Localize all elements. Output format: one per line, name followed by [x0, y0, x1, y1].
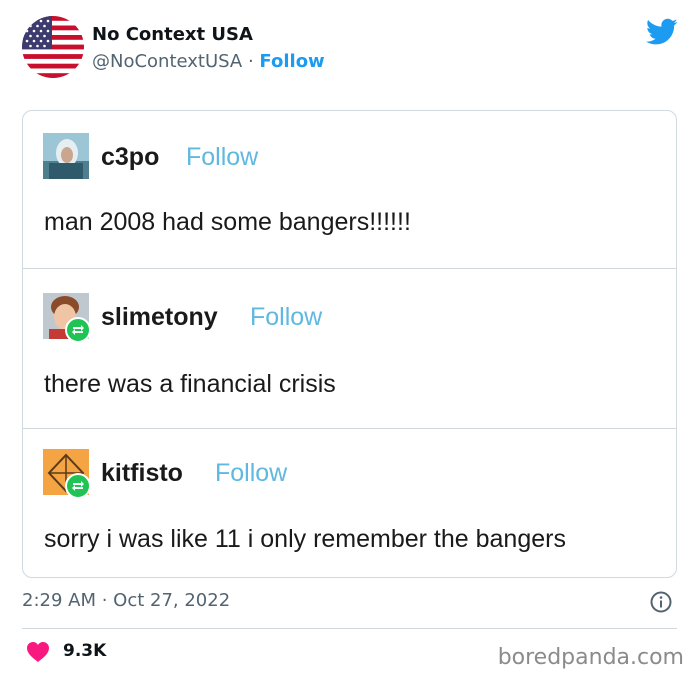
- post-text: there was a financial crisis: [44, 370, 336, 398]
- watermark: boredpanda.com: [497, 645, 684, 670]
- post-follow-button[interactable]: Follow: [186, 143, 258, 172]
- author-name[interactable]: No Context USA: [92, 24, 253, 45]
- info-icon[interactable]: [650, 591, 672, 613]
- embedded-tumblr-thread[interactable]: c3po Follow man 2008 had some bangers!!!…: [22, 110, 677, 578]
- post-username[interactable]: slimetony: [101, 303, 218, 332]
- divider: [22, 628, 677, 629]
- like-count[interactable]: 9.3K: [63, 641, 106, 661]
- tweet-header: No Context USA @NoContextUSA · Follow: [22, 16, 682, 80]
- post-text: sorry i was like 11 i only remember the …: [44, 525, 566, 553]
- tweet-timestamp[interactable]: 2:29 AM · Oct 27, 2022: [22, 590, 230, 611]
- handle-separator: ·: [242, 51, 260, 72]
- tumblr-post: c3po Follow man 2008 had some bangers!!!…: [23, 111, 676, 268]
- tumblr-post: slimetony Follow there was a financial c…: [23, 268, 676, 428]
- reblog-icon: [65, 317, 91, 343]
- post-text: man 2008 had some bangers!!!!!!: [44, 208, 411, 236]
- post-username[interactable]: c3po: [101, 143, 159, 172]
- post-follow-button[interactable]: Follow: [215, 459, 287, 488]
- c3po-avatar-icon[interactable]: [43, 133, 89, 179]
- heart-icon[interactable]: [26, 641, 50, 663]
- author-handle-line: @NoContextUSA · Follow: [92, 51, 325, 72]
- post-username[interactable]: kitfisto: [101, 459, 183, 488]
- twitter-bird-icon[interactable]: [646, 18, 678, 46]
- post-follow-button[interactable]: Follow: [250, 303, 322, 332]
- follow-button[interactable]: Follow: [259, 51, 324, 72]
- author-handle[interactable]: @NoContextUSA: [92, 51, 242, 72]
- reblog-icon: [65, 473, 91, 499]
- tumblr-post: kitfisto Follow sorry i was like 11 i on…: [23, 428, 676, 577]
- us-flag-avatar-icon[interactable]: [22, 16, 84, 78]
